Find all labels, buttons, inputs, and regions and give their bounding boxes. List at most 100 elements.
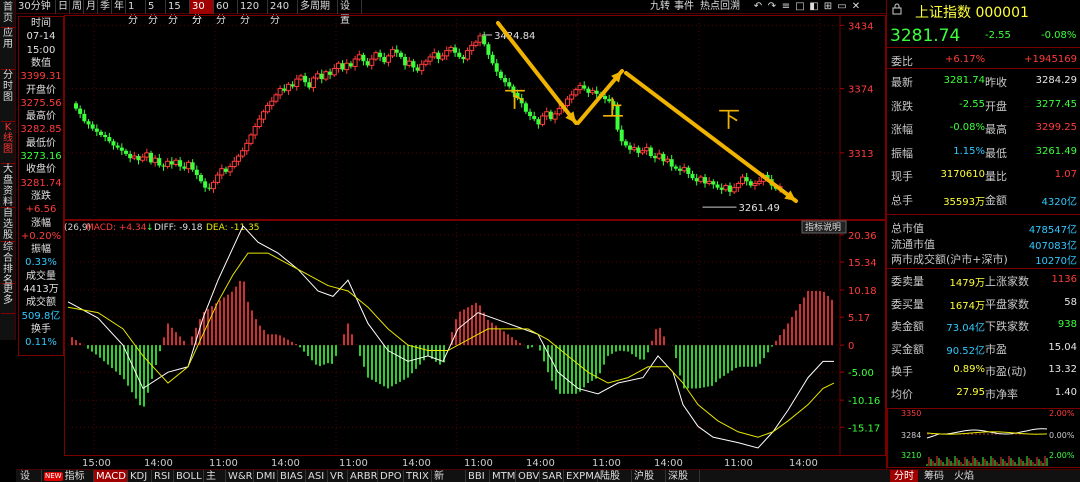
toolbar-tool-icon[interactable]: ◧ [808, 0, 820, 14]
toolbar-tool-icon[interactable]: ✕ [850, 0, 862, 14]
candle [260, 109, 266, 124]
macd-chart[interactable]: 20.3615.3410.185.170-5.00-10.16-15.17(26… [64, 220, 886, 456]
indicator-tab-16[interactable]: 新DMA [432, 470, 466, 482]
mini-tab-1[interactable]: 分时 [890, 470, 918, 482]
indicator-tab-11[interactable]: ASI [306, 470, 328, 482]
candlestick-chart[interactable]: 3434 3374 3313 3424.84 3261.49 下 上 下 [64, 15, 886, 220]
period-tab-6[interactable]: 年 [112, 0, 126, 14]
indicator-tab-17[interactable]: BBI [466, 470, 490, 482]
indicator-tab-15[interactable]: TRIX [404, 470, 432, 482]
candle [731, 183, 737, 194]
left-tab-3[interactable]: 分时图 [1, 70, 15, 122]
period-tab-3[interactable]: 周 [70, 0, 84, 14]
indicator-tab-13[interactable]: ARBR [348, 470, 378, 482]
period-tab-11[interactable]: 60分 [214, 0, 238, 26]
indicator-tab-23[interactable]: 沪股通 [632, 470, 666, 482]
period-tab-5[interactable]: 季 [98, 0, 112, 14]
left-tab-2[interactable]: 应用 [1, 28, 15, 70]
period-tab-12[interactable]: 120分 [238, 0, 268, 26]
candle [482, 31, 487, 47]
candle [756, 177, 762, 186]
toolbar-tool-icon[interactable]: ↶ [752, 0, 764, 14]
indicator-tab-3[interactable]: MACD [94, 470, 128, 482]
indicator-explain-button[interactable]: 指标说明 [801, 220, 847, 234]
toolbar-item-3[interactable]: 热点回溯 [700, 0, 740, 14]
candle [86, 119, 91, 129]
candle [310, 75, 316, 92]
price-change-pct: -0.08% [1041, 30, 1077, 41]
cap-value: 407083亿 [1028, 240, 1077, 252]
left-tab-5[interactable]: 大盘资料 [1, 164, 15, 208]
quote-label: 均价 [891, 387, 913, 401]
candle [240, 147, 246, 159]
candle [656, 149, 662, 161]
weibi-value: +1945169 [1024, 54, 1077, 65]
toolbar-tool-icon[interactable]: ≡ [780, 0, 792, 14]
toolbar-item-2[interactable]: 事件 [674, 0, 694, 14]
period-tab-8[interactable]: 5分 [146, 0, 166, 26]
indicator-tab-4[interactable]: KDJ [128, 470, 152, 482]
left-tab-7[interactable]: 综合排名 [1, 242, 15, 286]
mini-tab-2[interactable]: 筹码 [920, 470, 948, 482]
intraday-mini-chart[interactable]: 3350 3284 3210 2.00% 0.00% 2.00% [887, 408, 1080, 468]
indicator-tab-7[interactable]: 主力 [204, 470, 226, 482]
price-tick-label: 3313 [848, 149, 873, 160]
indicator-tab-6[interactable]: BOLL [174, 470, 204, 482]
toolbar-tool-icon[interactable]: ⊞ [822, 0, 834, 14]
indicator-tab-14[interactable]: DPO [378, 470, 404, 482]
toolbar-tool-icon[interactable]: ▭ [836, 0, 848, 14]
lock-icon[interactable] [891, 3, 903, 15]
period-toolbar: 30分钟日周月季年 1分 5分 15分 30分 60分 120分 240分 多周期 设置 九转 事件热… [16, 0, 886, 26]
left-tab-6[interactable]: 自选股 [1, 208, 15, 242]
candle [498, 69, 503, 81]
indicator-tab-9[interactable]: DMI [254, 470, 278, 482]
time-tick-label: 11:00 [339, 458, 368, 469]
left-tab-4[interactable]: K线图 [1, 122, 15, 164]
macd-tick-label: 20.36 [848, 231, 877, 242]
info-row: 最低价 [26, 137, 56, 149]
candle [665, 156, 671, 164]
indicator-tab-8[interactable]: W&R [226, 470, 254, 482]
candle [98, 129, 103, 138]
period-tab-9[interactable]: 15分 [166, 0, 190, 26]
period-tab-13[interactable]: 240分 [268, 0, 298, 26]
candle [719, 183, 724, 194]
period-tab-10[interactable]: 30分 [190, 0, 214, 26]
indicator-tab-12[interactable]: VR [328, 470, 348, 482]
candle [307, 78, 312, 90]
indicator-tab-10[interactable]: BIAS [278, 470, 306, 482]
toolbar-tool-icon[interactable]: ↷ [766, 0, 778, 14]
indicator-tab-22[interactable]: 陆股通 [598, 470, 632, 482]
indicator-tab-20[interactable]: SAR [540, 470, 564, 482]
candle [698, 175, 704, 184]
candle [344, 59, 350, 74]
left-tab-1[interactable]: 首页 [1, 2, 15, 28]
indicator-tab-1[interactable]: 设置 [18, 470, 42, 482]
period-tab-1[interactable]: 30分钟 [16, 0, 56, 14]
period-tab-15[interactable]: 设置 [338, 0, 362, 26]
quote-label: 最高 [985, 123, 1007, 136]
indicator-tab-19[interactable]: OBV [516, 470, 540, 482]
period-tab-4[interactable]: 月 [84, 0, 98, 14]
quote-value: 90.52亿 [946, 345, 985, 357]
candle [540, 112, 546, 127]
toolbar-item-1[interactable]: 九转 [650, 0, 670, 14]
left-tab-8[interactable]: 更多 [1, 284, 15, 314]
period-tab-7[interactable]: 1分 [126, 0, 146, 26]
indicator-tab-label: 沪股通 [634, 471, 654, 482]
indicator-tab-21[interactable]: EXPMA [564, 470, 601, 482]
period-tab-14[interactable]: 多周期 [298, 0, 338, 14]
quote-label: 下跌家数 [985, 320, 1029, 333]
indicator-tab-24[interactable]: 深股通 [666, 470, 700, 482]
quote-label: 市盈 [985, 342, 1007, 356]
indicator-tab-label: ASI [308, 471, 325, 482]
indicator-tab-label: BBI [468, 471, 485, 482]
mini-tab-3[interactable]: 火焰 [950, 470, 978, 482]
indicator-tab-5[interactable]: RSI [152, 470, 174, 482]
candle [382, 52, 387, 65]
cap-label: 总市值 [891, 222, 924, 235]
indicator-tab-2[interactable]: NEW指标广场 [42, 470, 94, 482]
indicator-tab-18[interactable]: MTM [490, 470, 516, 482]
period-tab-2[interactable]: 日 [56, 0, 70, 14]
toolbar-tool-icon[interactable]: □ [794, 0, 806, 14]
